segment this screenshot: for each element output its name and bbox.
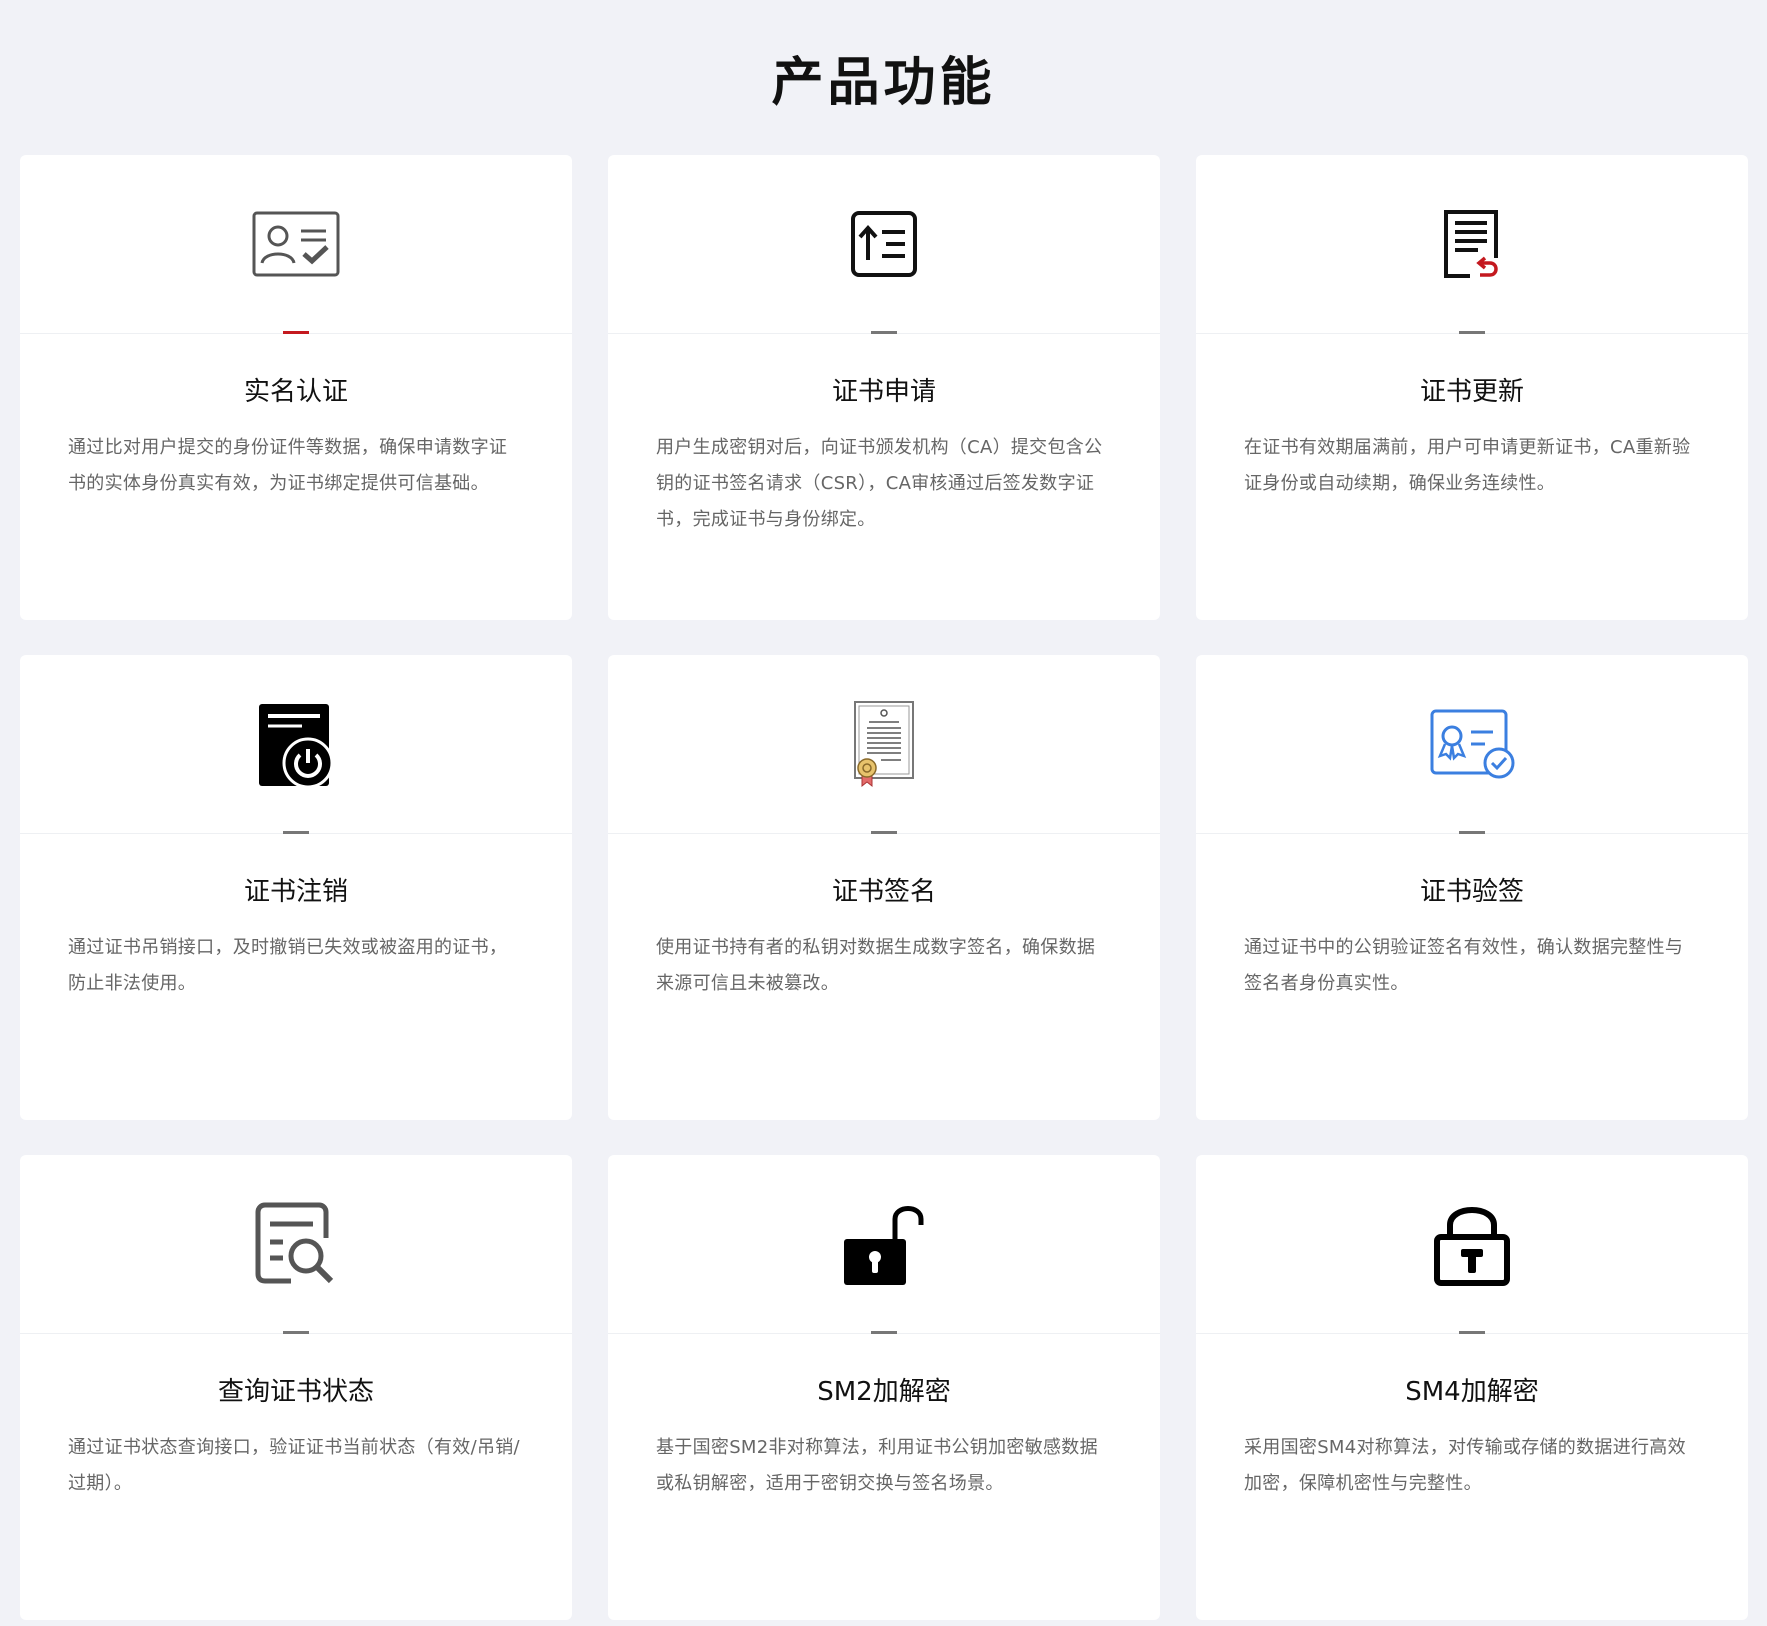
card-title: 证书验签 (1419, 877, 1524, 907)
card-title: 证书签名 (831, 877, 936, 907)
document-renew-icon (1442, 208, 1502, 280)
accent-bar (1459, 1331, 1485, 1334)
feature-card-sm4[interactable]: SM4加解密 采用国密SM4对称算法，对传输或存储的数据进行高效加密，保障机密性… (1196, 1155, 1748, 1620)
certificate-seal-icon (853, 700, 915, 788)
feature-card-sm2[interactable]: SM2加解密 基于国密SM2非对称算法，利用证书公钥加密敏感数据或私钥解密，适用… (608, 1155, 1160, 1620)
card-description: 通过证书吊销接口，及时撤销已失效或被盗用的证书，防止非法使用。 (68, 937, 508, 994)
document-search-icon (255, 1202, 337, 1286)
accent-bar (871, 831, 897, 834)
card-title: SM2加解密 (817, 1377, 951, 1407)
card-description: 通过证书中的公钥验证签名有效性，确认数据完整性与签名者身份真实性。 (1244, 937, 1684, 994)
feature-card-apply[interactable]: 证书申请 用户生成密钥对后，向证书颁发机构（CA）提交包含公钥的证书签名请求（C… (608, 155, 1160, 620)
card-description: 通过证书状态查询接口，验证证书当前状态（有效/吊销/过期）。 (68, 1437, 520, 1494)
unlock-icon (841, 1201, 927, 1287)
accent-bar (283, 331, 309, 334)
card-description: 在证书有效期届满前，用户可申请更新证书，CA重新验证身份或自动续期，确保业务连续… (1244, 437, 1691, 494)
card-title: SM4加解密 (1405, 1377, 1539, 1407)
feature-grid: 实名认证 通过比对用户提交的身份证件等数据，确保申请数字证书的实体身份真实有效，… (20, 155, 1748, 1620)
accent-bar (1459, 331, 1485, 334)
feature-card-verify[interactable]: 证书验签 通过证书中的公钥验证签名有效性，确认数据完整性与签名者身份真实性。 (1196, 655, 1748, 1120)
card-title: 证书申请 (831, 377, 936, 407)
card-title: 证书注销 (243, 877, 348, 907)
card-title: 证书更新 (1419, 377, 1524, 407)
feature-card-revoke[interactable]: 证书注销 通过证书吊销接口，及时撤销已失效或被盗用的证书，防止非法使用。 (20, 655, 572, 1120)
feature-card-real-name[interactable]: 实名认证 通过比对用户提交的身份证件等数据，确保申请数字证书的实体身份真实有效，… (20, 155, 572, 620)
page-title: 产品功能 (771, 53, 996, 113)
card-description: 通过比对用户提交的身份证件等数据，确保申请数字证书的实体身份真实有效，为证书绑定… (68, 437, 508, 494)
certificate-power-icon (256, 701, 336, 787)
accent-bar (871, 1331, 897, 1334)
feature-card-renew[interactable]: 证书更新 在证书有效期届满前，用户可申请更新证书，CA重新验证身份或自动续期，确… (1196, 155, 1748, 620)
id-card-check-icon (252, 211, 340, 277)
card-description: 基于国密SM2非对称算法，利用证书公钥加密敏感数据或私钥解密，适用于密钥交换与签… (656, 1437, 1098, 1494)
feature-card-status[interactable]: 查询证书状态 通过证书状态查询接口，验证证书当前状态（有效/吊销/过期）。 (20, 1155, 572, 1620)
card-title: 查询证书状态 (217, 1377, 374, 1407)
certificate-verify-icon (1429, 708, 1515, 780)
card-description: 采用国密SM4对称算法，对传输或存储的数据进行高效加密，保障机密性与完整性。 (1244, 1437, 1686, 1494)
card-description: 用户生成密钥对后，向证书颁发机构（CA）提交包含公钥的证书签名请求（CSR），C… (656, 437, 1103, 530)
accent-bar (283, 831, 309, 834)
accent-bar (283, 1331, 309, 1334)
feature-card-sign[interactable]: 证书签名 使用证书持有者的私钥对数据生成数字签名，确保数据来源可信且未被篡改。 (608, 655, 1160, 1120)
accent-bar (871, 331, 897, 334)
card-description: 使用证书持有者的私钥对数据生成数字签名，确保数据来源可信且未被篡改。 (656, 937, 1096, 994)
card-title: 实名认证 (243, 377, 348, 407)
accent-bar (1459, 831, 1485, 834)
lock-icon (1433, 1201, 1511, 1287)
upload-list-icon (850, 210, 918, 278)
